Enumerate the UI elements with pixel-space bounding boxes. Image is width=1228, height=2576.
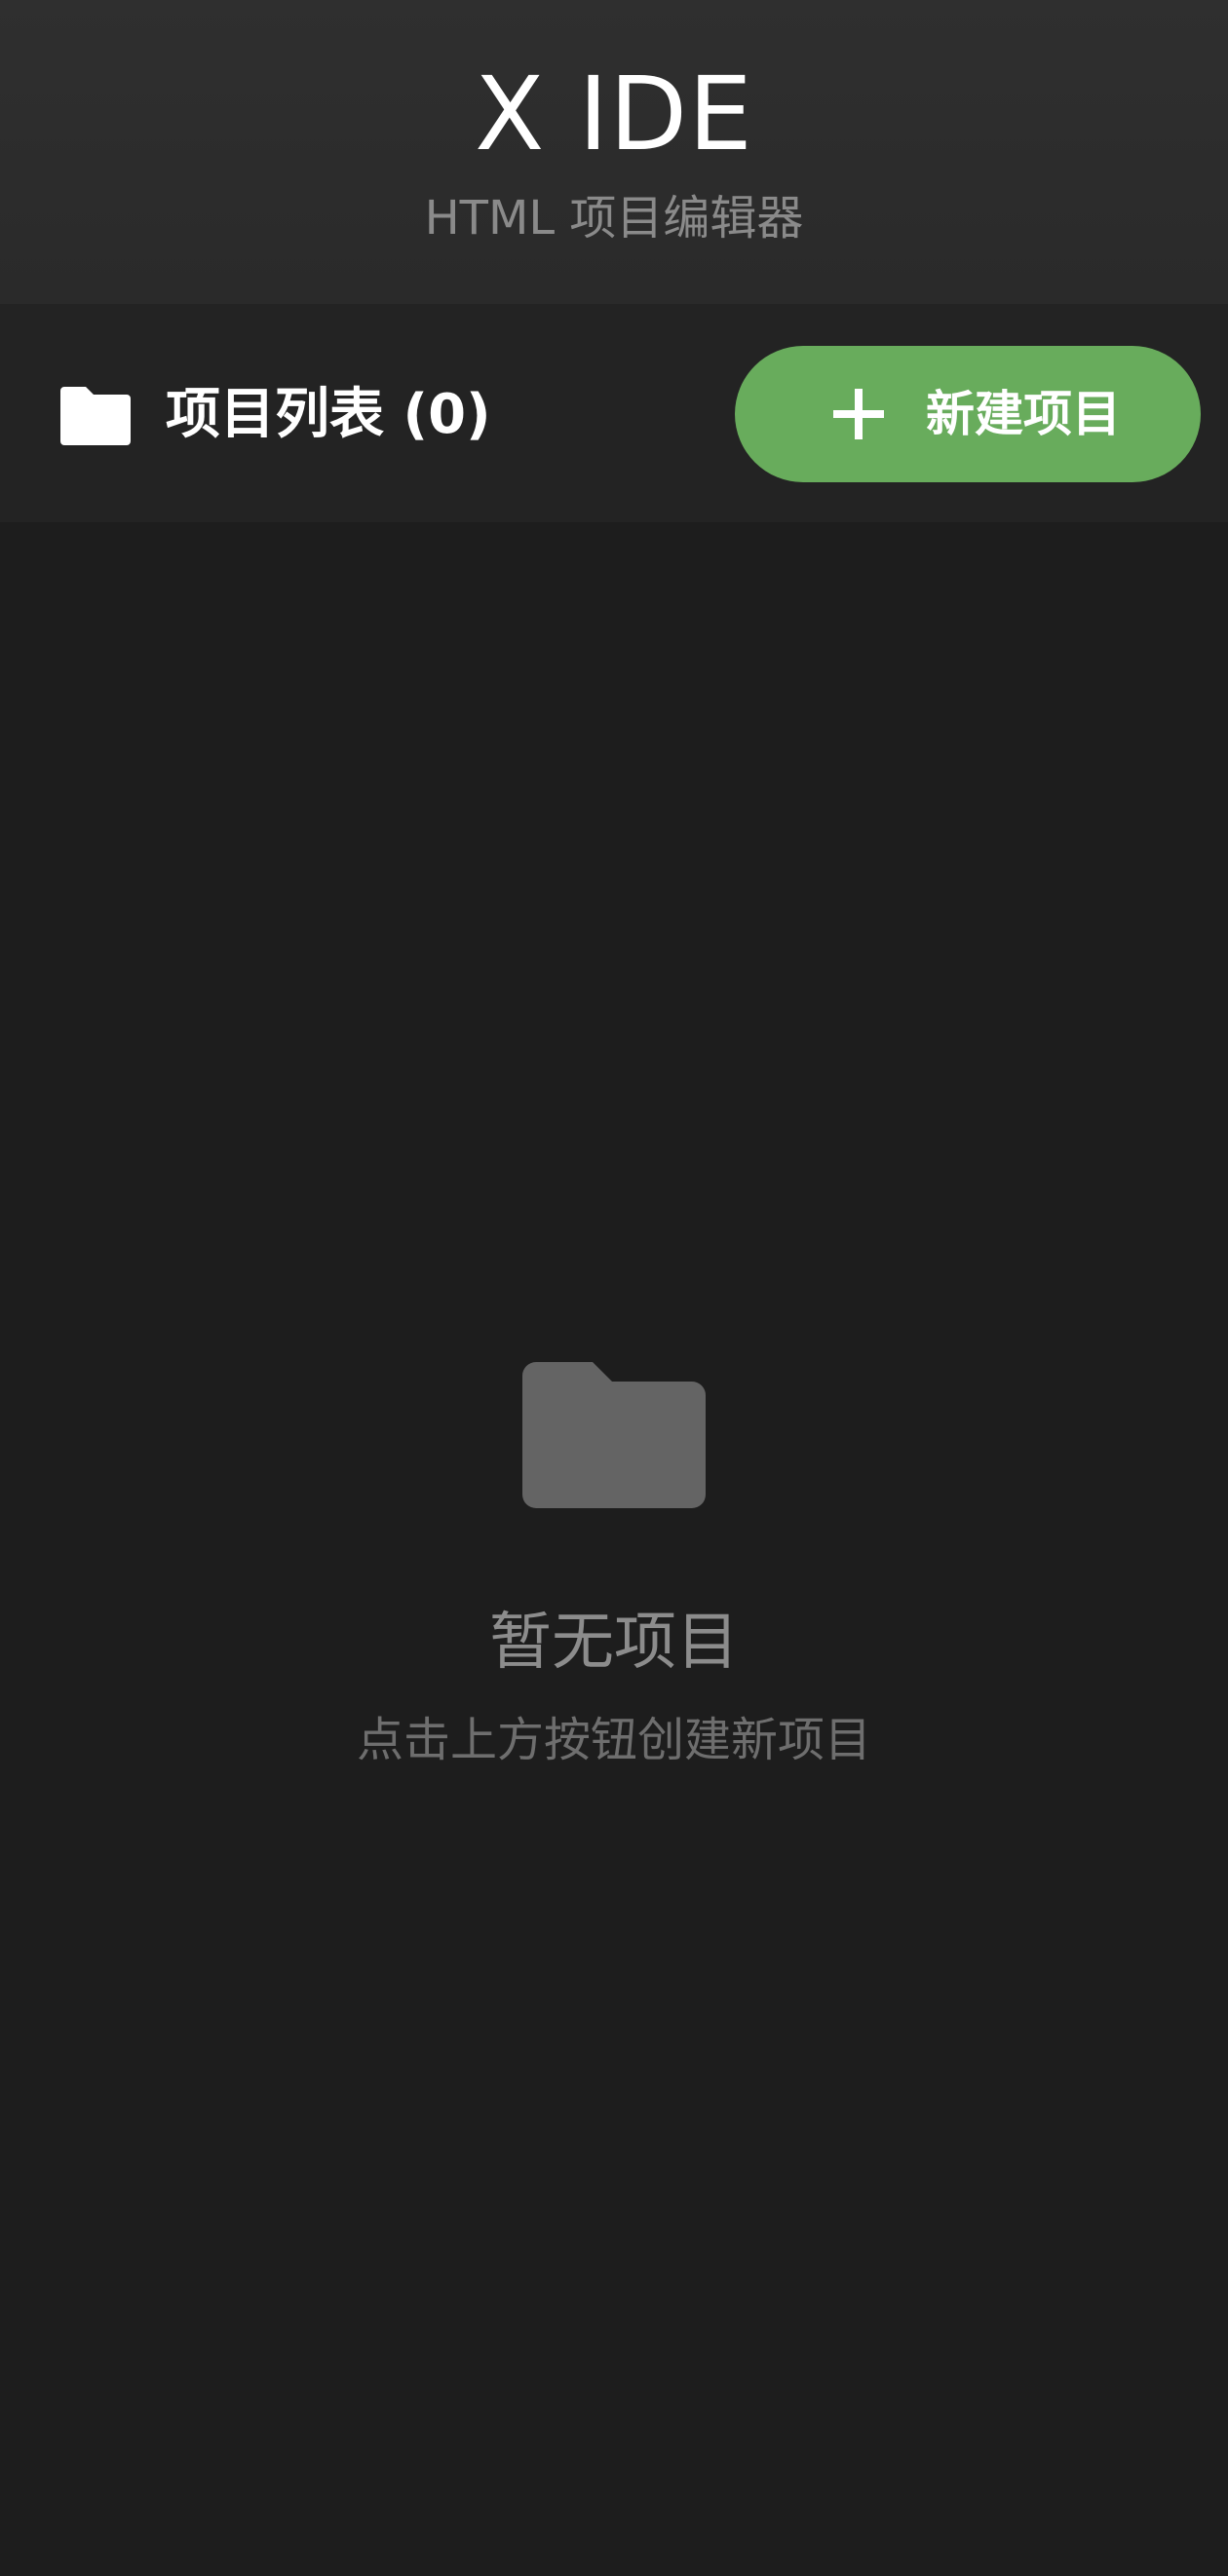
empty-state-title: 暂无项目 (489, 1607, 739, 1679)
new-project-button[interactable]: 新建项目 (735, 346, 1201, 482)
app-subtitle: HTML 项目编辑器 (424, 191, 804, 246)
folder-icon (60, 387, 131, 445)
new-project-label: 新建项目 (926, 387, 1121, 441)
empty-state-hint: 点击上方按钮创建新项目 (356, 1713, 871, 1767)
project-list-toolbar: 项目列表 (0) 新建项目 (0, 304, 1228, 522)
plus-icon (833, 389, 884, 439)
app-header: X IDE HTML 项目编辑器 (0, 0, 1228, 304)
app-title: X IDE (475, 55, 753, 173)
folder-icon (522, 1362, 706, 1508)
project-list-title: 项目列表 (0) (166, 383, 491, 446)
empty-state: 暂无项目 点击上方按钮创建新项目 (0, 522, 1228, 2576)
